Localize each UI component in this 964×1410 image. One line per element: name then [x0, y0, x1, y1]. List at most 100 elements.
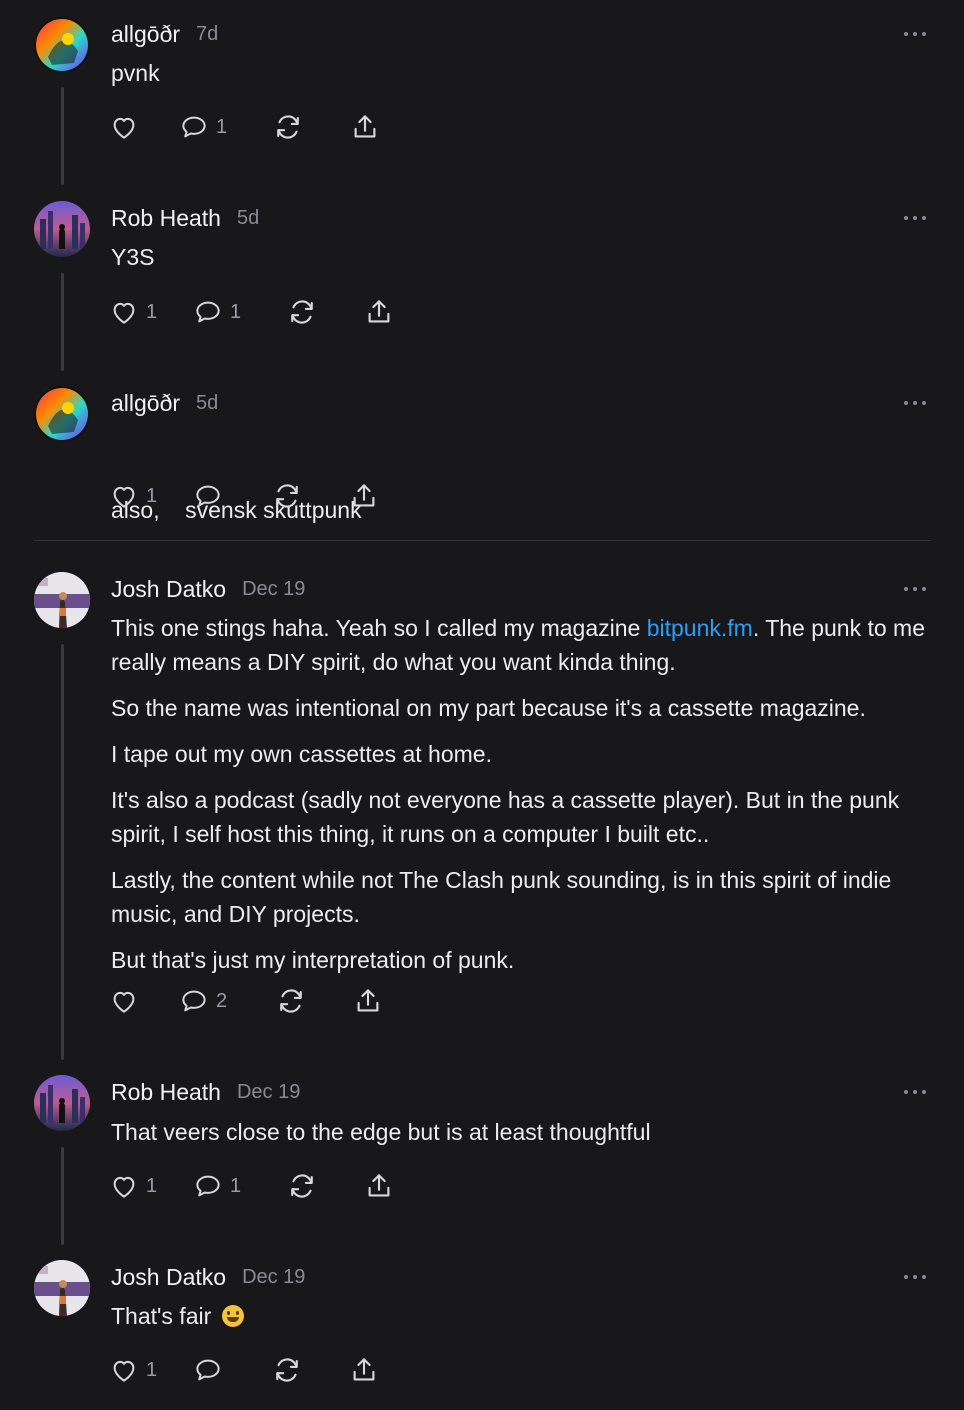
author-name[interactable]: allgōðr	[111, 390, 180, 417]
share-icon	[368, 300, 390, 323]
action-bar: 1 1	[109, 1169, 404, 1203]
timestamp[interactable]: 7d	[196, 23, 218, 46]
more-options-icon[interactable]	[904, 584, 926, 594]
heart-icon	[113, 486, 135, 508]
share-icon	[354, 115, 376, 138]
restack-button[interactable]	[276, 984, 353, 1018]
avatar[interactable]	[34, 1260, 90, 1316]
share-button[interactable]	[349, 479, 389, 513]
more-options-icon[interactable]	[904, 1087, 926, 1097]
action-bar: 1	[109, 479, 389, 513]
comment-header: allgōðr 5d	[111, 386, 218, 420]
share-button[interactable]	[353, 984, 393, 1018]
like-button[interactable]: 1	[109, 1169, 193, 1203]
avatar[interactable]	[34, 572, 90, 628]
heart-icon	[113, 1176, 135, 1198]
comment-bubble-icon	[196, 301, 220, 323]
comment-bubble-icon	[182, 116, 206, 138]
restack-icon	[276, 1358, 298, 1382]
comment-paragraph: So the name was intentional on my part b…	[111, 695, 866, 721]
reply-button[interactable]	[193, 479, 272, 513]
author-name[interactable]: Josh Datko	[111, 576, 226, 603]
share-button[interactable]	[364, 295, 404, 329]
avatar[interactable]	[34, 1075, 90, 1131]
restack-icon	[280, 989, 302, 1013]
thread-divider	[34, 540, 931, 541]
more-options-icon[interactable]	[904, 213, 926, 223]
avatar[interactable]	[34, 386, 90, 442]
heart-icon	[113, 1360, 135, 1382]
author-name[interactable]: Josh Datko	[111, 1264, 226, 1291]
reply-button[interactable]: 1	[193, 1169, 287, 1203]
reply-count: 1	[216, 115, 228, 138]
reply-button[interactable]: 1	[193, 295, 287, 329]
comment-header: Rob Heath 5d	[111, 201, 259, 235]
restack-icon	[291, 300, 313, 324]
comment-header: Josh Datko Dec 19	[111, 1260, 305, 1294]
reply-count: 1	[230, 1174, 242, 1197]
share-button[interactable]	[349, 1353, 389, 1387]
comment-body: This one stings haha. Yeah so I called m…	[111, 611, 933, 977]
bitpunk-link[interactable]: bitpunk.fm	[647, 615, 753, 641]
reply-button[interactable]: 2	[179, 984, 276, 1018]
like-button[interactable]: 1	[109, 295, 193, 329]
comment-body: pvnk	[111, 56, 933, 90]
comment-text: This one stings haha. Yeah so I called m…	[111, 615, 647, 641]
like-count: 1	[146, 1358, 158, 1381]
more-options-icon[interactable]	[904, 1272, 926, 1282]
thread-line	[61, 1147, 64, 1245]
heart-icon	[113, 302, 135, 324]
timestamp[interactable]: Dec 19	[242, 578, 305, 601]
like-button[interactable]: 1	[109, 479, 193, 513]
restack-button[interactable]	[287, 295, 364, 329]
share-icon	[353, 484, 375, 507]
comment-text: pvnk	[111, 60, 160, 86]
timestamp[interactable]: Dec 19	[237, 1081, 300, 1104]
restack-button[interactable]	[272, 479, 349, 513]
comment-bubble-icon	[196, 485, 220, 507]
action-bar: 1	[109, 1353, 389, 1387]
like-count: 1	[146, 300, 158, 323]
comment-header: Josh Datko Dec 19	[111, 572, 305, 606]
more-options-icon[interactable]	[904, 29, 926, 39]
avatar[interactable]	[34, 17, 90, 73]
restack-button[interactable]	[287, 1169, 364, 1203]
share-icon	[357, 989, 379, 1012]
restack-icon	[277, 115, 299, 139]
comment-text: Y3S	[111, 244, 155, 270]
share-icon	[368, 1174, 390, 1197]
thread-line	[61, 644, 64, 1060]
restack-icon	[276, 484, 298, 508]
restack-button[interactable]	[272, 1353, 349, 1387]
author-name[interactable]: Rob Heath	[111, 1079, 221, 1106]
comment-body: That's fair	[111, 1299, 933, 1333]
comment-paragraph: This one stings haha. Yeah so I called m…	[111, 611, 933, 679]
share-button[interactable]	[364, 1169, 404, 1203]
comment-paragraph: That's fair	[111, 1299, 933, 1333]
comment-header: Rob Heath Dec 19	[111, 1075, 300, 1109]
author-name[interactable]: allgōðr	[111, 21, 180, 48]
like-button[interactable]	[109, 984, 179, 1018]
heart-icon	[113, 117, 135, 139]
timestamp[interactable]: Dec 19	[242, 1266, 305, 1289]
comment-text: That's fair	[111, 1303, 212, 1329]
reply-button[interactable]	[193, 1353, 272, 1387]
comment-paragraph: Lastly, the content while not The Clash …	[111, 867, 892, 927]
restack-button[interactable]	[273, 110, 350, 144]
comment-body: Y3S	[111, 240, 933, 274]
avatar[interactable]	[34, 201, 90, 257]
reply-button[interactable]: 1	[179, 110, 273, 144]
action-bar: 1	[109, 110, 390, 144]
more-options-icon[interactable]	[904, 398, 926, 408]
timestamp[interactable]: 5d	[196, 392, 218, 415]
share-button[interactable]	[350, 110, 390, 144]
comment-paragraph: I tape out my own cassettes at home.	[111, 741, 492, 767]
like-button[interactable]: 1	[109, 1353, 193, 1387]
comment-text: That veers close to the edge but is at l…	[111, 1119, 651, 1145]
reply-count: 2	[216, 989, 228, 1012]
like-button[interactable]	[109, 110, 179, 144]
like-count: 1	[146, 1174, 158, 1197]
author-name[interactable]: Rob Heath	[111, 205, 221, 232]
reply-count: 1	[230, 300, 242, 323]
timestamp[interactable]: 5d	[237, 207, 259, 230]
